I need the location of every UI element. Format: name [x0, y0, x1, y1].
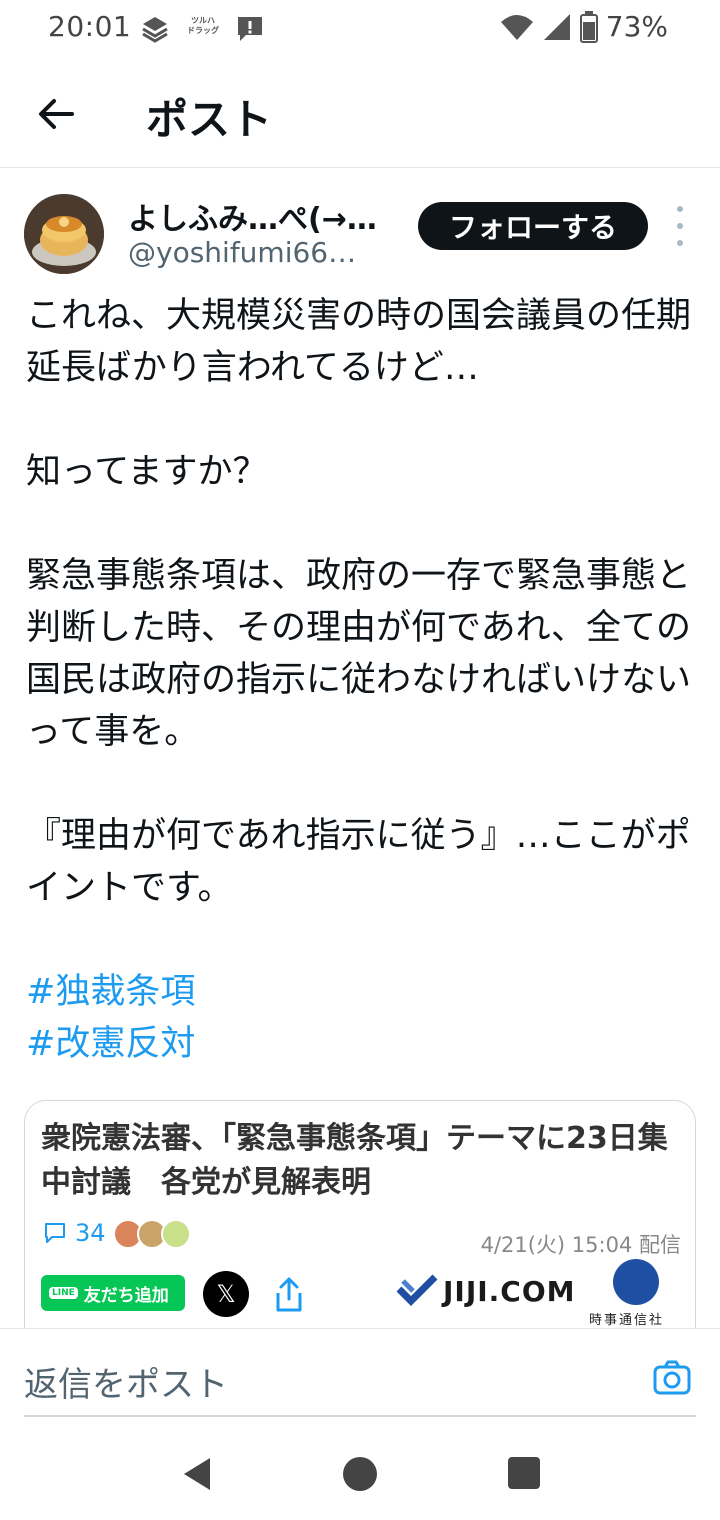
more-dot: [677, 206, 683, 212]
tweet-paragraph: これね、大規模災害の時の国会議員の任期延長ばかり言われてるけど…: [26, 296, 692, 388]
x-share-button[interactable]: 𝕏: [203, 1271, 249, 1317]
more-dot: [677, 240, 683, 246]
camera-button[interactable]: [652, 1357, 692, 1397]
status-time: 20:01: [48, 10, 132, 43]
reply-bar: 返信をポスト: [0, 1328, 720, 1428]
wifi-icon: [500, 14, 533, 40]
avatar[interactable]: [24, 194, 104, 274]
tweet-paragraph: 『理由が何であれ指示に従う』…ここがポイントです。: [26, 816, 691, 908]
author-row: よしふみ…ぺ(→… @yoshifumi66… フォローする: [0, 186, 720, 286]
reaction-icons: [113, 1219, 191, 1249]
tweet-text: これね、大規模災害の時の国会議員の任期延長ばかり言われてるけど… 知ってますか？…: [26, 290, 696, 1070]
jiji-subtitle: 時事通信社: [589, 1313, 665, 1328]
battery-percent: 73%: [605, 10, 668, 43]
nav-recents-icon[interactable]: [508, 1457, 540, 1489]
back-button[interactable]: [30, 88, 82, 140]
comment-icon: [45, 1223, 65, 1243]
jiji-emblem-icon: [613, 1259, 659, 1305]
reply-input[interactable]: 返信をポスト: [24, 1357, 228, 1406]
arrow-left-icon: [39, 99, 74, 129]
line-icon: LINE: [49, 1287, 78, 1299]
signal-icon: [543, 13, 570, 40]
page-title: ポスト: [146, 95, 273, 144]
jiji-chevron-icon: [397, 1274, 438, 1306]
comment-count-value: 34: [75, 1219, 106, 1247]
reply-underline: [24, 1415, 696, 1417]
hashtag-link[interactable]: #独裁条項: [26, 966, 696, 1018]
more-dot: [677, 223, 683, 229]
more-options-button[interactable]: [670, 206, 690, 246]
camera-icon: [653, 1360, 691, 1395]
status-notification-icons: ツルハ ドラッグ: [140, 14, 264, 44]
jiji-logo: JIJI.COM: [397, 1271, 576, 1311]
hashtag-link[interactable]: #改憲反対: [26, 1018, 696, 1070]
battery-icon: [579, 10, 598, 43]
nav-home-icon[interactable]: [343, 1457, 377, 1491]
share-icon: [276, 1277, 302, 1312]
top-app-bar: ポスト: [0, 60, 720, 168]
layers-icon: [142, 17, 168, 43]
status-bar: 20:01 ツルハ ドラッグ 73%: [0, 0, 720, 60]
pancake-avatar-image: [24, 194, 104, 274]
alert-message-icon: [238, 17, 262, 41]
x-logo-icon: 𝕏: [216, 1280, 236, 1308]
line-button-label: 友だち追加: [83, 1285, 169, 1306]
comment-count[interactable]: 34: [43, 1219, 106, 1247]
smile-reaction-icon: [161, 1219, 191, 1249]
jiji-logo-text: JIJI.COM: [443, 1274, 576, 1308]
follow-button[interactable]: フォローする: [418, 202, 648, 250]
tweet-paragraph: 緊急事態条項は、政府の一存で緊急事態と判断した時、その理由が何であれ、全ての国民…: [26, 556, 692, 752]
status-right: 73%: [500, 10, 668, 43]
card-title: 衆院憲法審、「緊急事態条項」テーマに23日集中討議 各党が見解表明: [41, 1121, 668, 1200]
card-date: 4/21(火) 15:04 配信: [480, 1233, 681, 1257]
tsuruha-app-icon: ツルハ ドラッグ: [187, 16, 219, 35]
share-button[interactable]: [269, 1273, 309, 1317]
system-nav-bar: [0, 1430, 720, 1520]
author-handle[interactable]: @yoshifumi66…: [128, 236, 356, 269]
line-add-friend-button[interactable]: LINE 友だち追加: [41, 1275, 185, 1311]
tweet-paragraph: 知ってますか？: [26, 452, 268, 492]
nav-back-icon[interactable]: [180, 1456, 214, 1492]
author-name[interactable]: よしふみ…ぺ(→…: [128, 194, 377, 238]
link-preview-card[interactable]: 衆院憲法審、「緊急事態条項」テーマに23日集中討議 各党が見解表明 34 4/2…: [24, 1100, 696, 1360]
